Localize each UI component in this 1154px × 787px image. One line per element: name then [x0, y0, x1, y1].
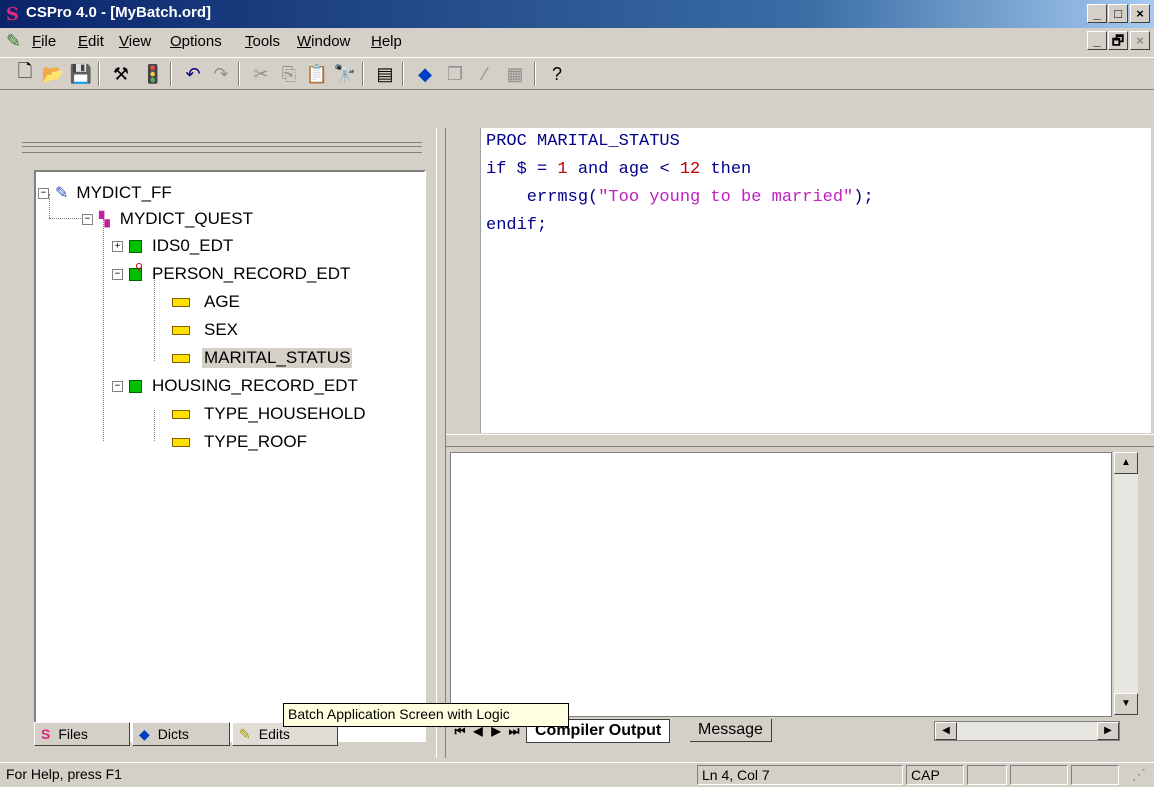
collapse-icon[interactable]: − — [82, 213, 93, 225]
code-line-3: errmsg("Too young to be married"); — [486, 188, 874, 207]
questionnaire-icon: ▚ — [99, 210, 110, 227]
scroll-right-button[interactable]: ▶ — [1097, 722, 1119, 740]
forms-icon[interactable]: ❐ — [442, 62, 468, 86]
menu-window[interactable]: Window — [297, 33, 350, 50]
tab-files[interactable]: S Files — [34, 722, 130, 746]
cut-icon[interactable]: ✂ — [248, 62, 274, 86]
menu-help[interactable]: Help — [371, 33, 402, 50]
tree-item[interactable]: MARITAL_STATUS — [172, 347, 353, 369]
edits-icon: ✎ — [239, 725, 251, 742]
record-icon — [129, 379, 142, 393]
tree-item[interactable]: − ✎ MYDICT_FF — [38, 182, 174, 204]
paste-icon[interactable]: 📋 — [304, 62, 330, 86]
pane-grip[interactable] — [22, 142, 422, 153]
pane-splitter[interactable] — [441, 434, 1154, 447]
scrl-indicator — [1010, 765, 1068, 785]
open-icon[interactable]: 📂 — [40, 62, 66, 86]
help-icon[interactable]: ? — [544, 62, 570, 86]
new-icon[interactable]: 🗋 — [12, 61, 38, 86]
pencil-icon: ✎ — [6, 31, 22, 51]
record-icon: ⚲ — [129, 262, 143, 281]
status-bar: For Help, press F1 Ln 4, Col 7 CAP ⋰ — [0, 762, 1154, 787]
dicts-icon: ◆ — [139, 725, 150, 742]
window-title: CSPro 4.0 - [MyBatch.ord] — [26, 4, 212, 21]
maximize-button[interactable]: □ — [1108, 4, 1128, 23]
menu-bar: ✎ File Edit View Options Tools Window He… — [0, 28, 1154, 56]
menu-file[interactable]: File — [32, 33, 56, 50]
tooltip: Batch Application Screen with Logic — [283, 703, 569, 727]
caps-indicator: CAP — [906, 765, 964, 785]
collapse-icon[interactable]: − — [38, 187, 49, 199]
document-icon[interactable]: ▤ — [372, 62, 398, 86]
redo-icon[interactable]: ↷ — [208, 62, 234, 86]
pencil-tool-icon[interactable]: ⁄ — [472, 62, 498, 86]
item-icon — [172, 325, 190, 335]
record-icon — [129, 239, 142, 253]
scroll-down-button[interactable]: ▼ — [1114, 693, 1138, 715]
child-restore-button[interactable]: 🗗 — [1108, 31, 1128, 50]
num-indicator — [967, 765, 1007, 785]
code-line-2: if $ = 1 and age < 12 then — [486, 160, 752, 179]
tab-dicts[interactable]: ◆ Dicts — [132, 722, 230, 746]
vertical-splitter[interactable] — [436, 128, 446, 758]
item-icon — [172, 437, 190, 447]
menu-options[interactable]: Options — [170, 33, 222, 50]
code-line-1: PROC MARITAL_STATUS — [486, 132, 680, 151]
tree-view[interactable]: − ✎ MYDICT_FF − ▚ MYDICT_QUEST + IDS0_ED… — [34, 170, 426, 742]
selected-item-label: MARITAL_STATUS — [202, 348, 353, 368]
minimize-button[interactable]: _ — [1087, 4, 1107, 23]
scroll-left-button[interactable]: ◀ — [935, 722, 957, 740]
undo-icon[interactable]: ↶ — [180, 62, 206, 86]
output-window[interactable] — [450, 452, 1112, 717]
expand-icon[interactable]: + — [112, 240, 123, 252]
menu-view[interactable]: View — [119, 33, 151, 50]
copy-icon[interactable]: ⎘ — [276, 62, 302, 86]
title-bar: S CSPro 4.0 - [MyBatch.ord] _ □ × — [0, 0, 1154, 28]
dictionary-icon[interactable]: ◆ — [412, 62, 438, 86]
menu-tools[interactable]: Tools — [245, 33, 280, 50]
tab-message[interactable]: Message — [690, 719, 772, 742]
tree-item[interactable]: TYPE_HOUSEHOLD — [172, 403, 368, 425]
item-icon — [172, 353, 190, 363]
child-minimize-button[interactable]: _ — [1087, 31, 1107, 50]
status-help-text: For Help, press F1 — [6, 766, 122, 782]
item-icon — [172, 409, 190, 419]
save-icon[interactable]: 💾 — [68, 62, 94, 86]
cursor-position: Ln 4, Col 7 — [697, 765, 903, 785]
run-icon[interactable]: 🚦 — [140, 62, 166, 86]
find-icon[interactable]: 🔭 — [332, 62, 358, 86]
scroll-up-button[interactable]: ▲ — [1114, 452, 1138, 474]
compile-icon[interactable]: ⚒ — [108, 62, 134, 86]
tree-item[interactable]: SEX — [172, 319, 240, 341]
tree-item[interactable]: TYPE_ROOF — [172, 431, 309, 453]
collapse-icon[interactable]: − — [112, 380, 123, 392]
vertical-scrollbar[interactable]: ▲ ▼ — [1114, 452, 1138, 715]
ovr-indicator — [1071, 765, 1119, 785]
tree-item[interactable]: AGE — [172, 291, 242, 313]
layout-icon[interactable]: ▦ — [502, 62, 528, 86]
collapse-icon[interactable]: − — [112, 268, 123, 280]
menu-edit[interactable]: Edit — [78, 33, 104, 50]
tree-item[interactable]: + IDS0_EDT — [112, 235, 235, 257]
close-button[interactable]: × — [1130, 4, 1150, 23]
horizontal-scrollbar[interactable]: ◀ ▶ — [934, 721, 1120, 741]
child-close-button[interactable]: × — [1130, 31, 1150, 50]
files-icon: S — [41, 726, 51, 742]
item-icon — [172, 297, 190, 307]
tree-item[interactable]: − HOUSING_RECORD_EDT — [112, 375, 360, 397]
tree-item[interactable]: − ▚ MYDICT_QUEST — [82, 208, 255, 230]
code-line-4: endif; — [486, 216, 548, 235]
editor-gutter — [448, 128, 481, 433]
tree-item[interactable]: − ⚲ PERSON_RECORD_EDT — [112, 262, 352, 285]
toolbar: 🗋 📂 💾 ⚒ 🚦 ↶ ↷ ✂ ⎘ 📋 🔭 ▤ ◆ ❐ ⁄ ▦ ? — [0, 57, 1154, 90]
app-icon: S — [6, 4, 19, 25]
resize-grip-icon[interactable]: ⋰ — [1132, 766, 1146, 783]
dictionary-icon: ✎ — [55, 185, 69, 202]
